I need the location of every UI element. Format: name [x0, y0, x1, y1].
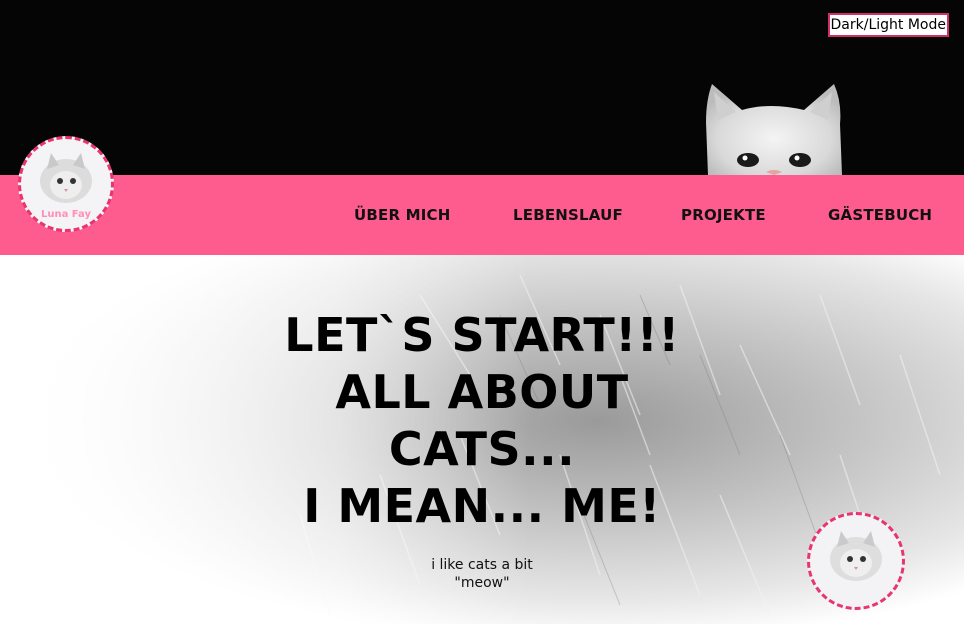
dark-light-mode-button[interactable]: Dark/Light Mode: [827, 13, 949, 37]
main-navbar: ÜBER MICH LEBENSLAUF PROJEKTE GÄSTEBUCH: [0, 175, 964, 255]
headline-line: CATS...: [388, 422, 576, 476]
corner-avatar[interactable]: [807, 512, 905, 610]
headline-line: LET`S START!!!: [284, 308, 680, 362]
headline-line: I MEAN... ME!: [303, 479, 661, 533]
nav-link-lebenslauf[interactable]: LEBENSLAUF: [513, 206, 623, 224]
nav-link-gaestebuch[interactable]: GÄSTEBUCH: [828, 206, 932, 224]
nav-link-projekte[interactable]: PROJEKTE: [681, 206, 766, 224]
hero-tagline: i like cats a bit "meow": [332, 556, 632, 592]
nav-link-ueber-mich[interactable]: ÜBER MICH: [354, 206, 451, 224]
logo-text: Luna Fay: [40, 209, 92, 220]
cat-peeking-icon: [706, 84, 842, 175]
site-logo[interactable]: Luna Fay: [18, 136, 114, 232]
cat-photo-icon: [830, 531, 882, 581]
hero-headline: LET`S START!!! ALL ABOUT CATS... I MEAN.…: [232, 307, 732, 535]
tagline-line: i like cats a bit: [431, 557, 533, 573]
nav-links: ÜBER MICH LEBENSLAUF PROJEKTE GÄSTEBUCH: [0, 175, 964, 255]
header-banner: Dark/Light Mode: [0, 0, 964, 175]
headline-line: ALL ABOUT: [335, 365, 629, 419]
tagline-line: "meow": [454, 575, 510, 591]
